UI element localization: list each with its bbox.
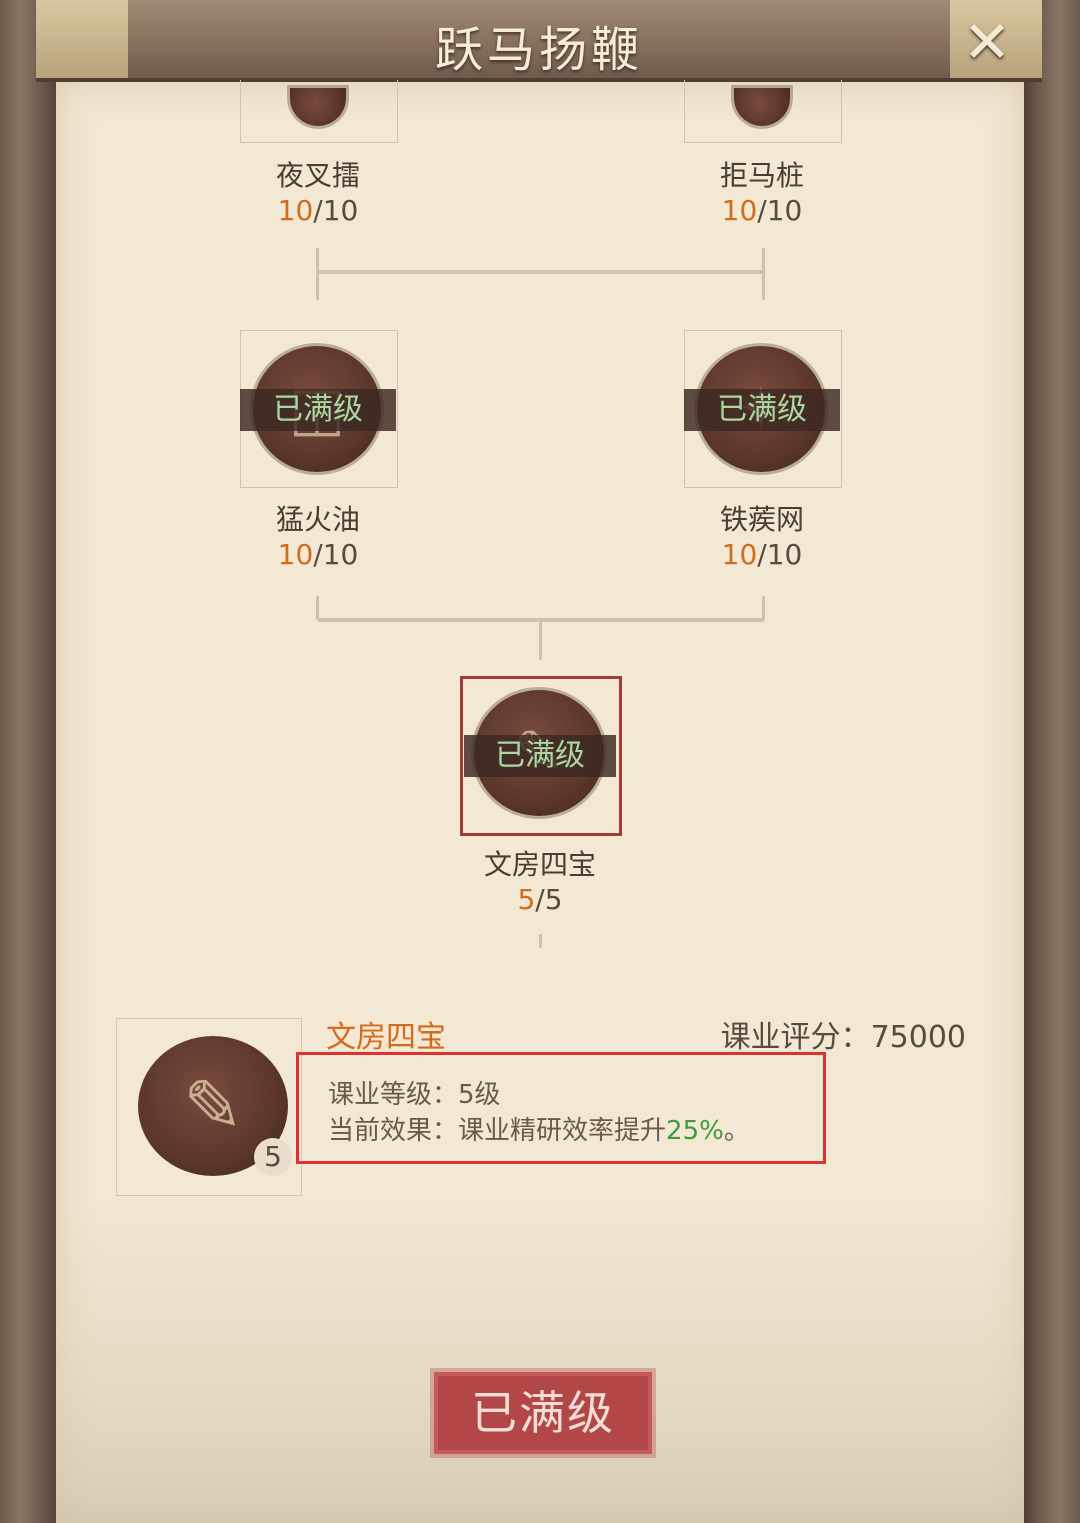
connector-tick: [762, 248, 765, 300]
connector-tick: [762, 596, 765, 620]
connector-tick: [316, 596, 319, 620]
page-title: 跃马扬鞭: [434, 22, 643, 78]
connector-tick: [316, 248, 319, 300]
node-name-jumazhuang: 拒马桩: [719, 159, 804, 192]
node-level-tiejiwang: 10/10: [721, 538, 803, 571]
maxed-badge: 已满级: [240, 389, 396, 431]
detail-title: 文房四宝: [326, 1020, 446, 1055]
node-name-menghuoyou: 猛火油: [275, 503, 360, 536]
connector-line: [318, 270, 764, 274]
title-bar: 跃马扬鞭: [36, 0, 1042, 82]
node-level-jumazhuang: 10/10: [721, 194, 803, 227]
maxed-badge: 已满级: [464, 735, 616, 777]
connector-tick: [539, 934, 542, 948]
node-level-yechalei: 10/10: [277, 194, 359, 227]
close-icon[interactable]: ✕: [958, 13, 1016, 71]
node-name-wenfangsibao: 文房四宝: [483, 848, 596, 881]
node-name-yechalei: 夜叉擂: [275, 159, 360, 192]
node-name-tiejiwang: 铁蒺网: [719, 503, 804, 536]
node-level-menghuoyou: 10/10: [277, 538, 359, 571]
connector-tick: [539, 620, 542, 660]
score-text: 课业评分：75000: [720, 1020, 966, 1055]
level-badge: 5: [254, 1138, 292, 1176]
highlight-box: [296, 1052, 826, 1164]
maxed-badge: 已满级: [684, 389, 840, 431]
scroll-brush-icon: ✎: [182, 1064, 244, 1148]
maxed-level-button[interactable]: 已满级: [434, 1372, 652, 1454]
node-level-wenfangsibao: 5/5: [517, 883, 563, 916]
